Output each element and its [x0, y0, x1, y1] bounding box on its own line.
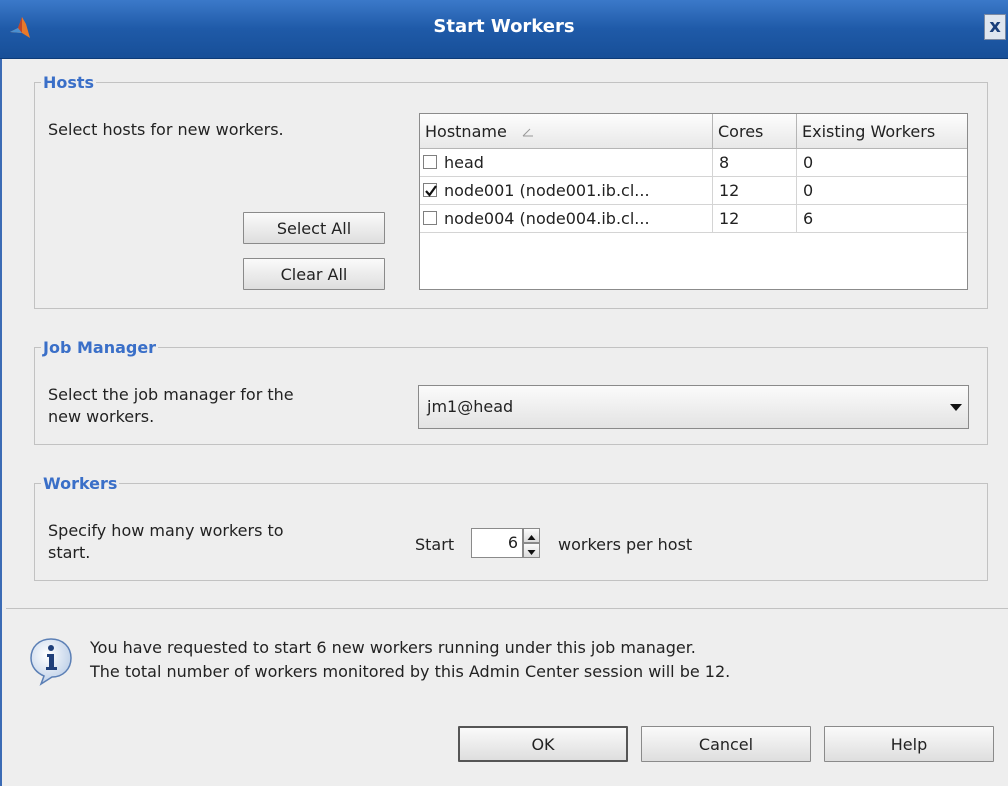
table-row[interactable]: node004 (node004.ib.cl... 12 6 [420, 205, 967, 233]
cores-cell: 8 [713, 149, 797, 177]
job-manager-description-line1: Select the job manager for the [48, 385, 294, 404]
select-all-button[interactable]: Select All [243, 212, 385, 244]
clear-all-button[interactable]: Clear All [243, 258, 385, 290]
arrow-down-icon [527, 550, 536, 555]
hosts-table[interactable]: Hostname Cores Existing Workers head 8 0… [419, 113, 968, 290]
workers-description: Specify how many workers to start. [48, 520, 284, 564]
existing-workers-cell: 6 [797, 205, 967, 233]
decrement-button[interactable] [523, 543, 540, 558]
help-button[interactable]: Help [824, 726, 994, 762]
column-header-label: Hostname [425, 122, 507, 141]
hostname-text: node001 (node001.ib.cl... [444, 181, 650, 200]
workers-legend: Workers [43, 474, 118, 493]
title-bar[interactable]: Start Workers x [0, 0, 1008, 59]
cores-cell: 12 [713, 205, 797, 233]
hostname-cell: node001 (node001.ib.cl... [420, 177, 713, 205]
cores-cell: 12 [713, 177, 797, 205]
job-manager-selected-value: jm1@head [427, 397, 514, 416]
host-checkbox-node001[interactable] [423, 183, 437, 197]
sort-ascending-icon [522, 128, 533, 137]
workers-per-host-label: workers per host [558, 535, 693, 554]
host-checkbox-head[interactable] [423, 155, 437, 169]
separator [6, 608, 1008, 609]
hostname-cell: head [420, 149, 713, 177]
column-header-cores[interactable]: Cores [713, 114, 797, 149]
workers-description-line2: start. [48, 543, 91, 562]
close-button[interactable]: x [984, 14, 1006, 40]
host-checkbox-node004[interactable] [423, 211, 437, 225]
info-icon [30, 638, 72, 686]
info-message: You have requested to start 6 new worker… [90, 636, 730, 684]
increment-button[interactable] [523, 528, 540, 543]
hosts-legend: Hosts [43, 73, 95, 92]
job-manager-legend: Job Manager [43, 338, 157, 357]
existing-workers-cell: 0 [797, 177, 967, 205]
job-manager-description-line2: new workers. [48, 407, 155, 426]
hosts-description: Select hosts for new workers. [48, 120, 284, 139]
cancel-button[interactable]: Cancel [641, 726, 811, 762]
table-row[interactable]: node001 (node001.ib.cl... 12 0 [420, 177, 967, 205]
info-message-line1: You have requested to start 6 new worker… [90, 638, 696, 657]
workers-description-line1: Specify how many workers to [48, 521, 284, 540]
hostname-text: node004 (node004.ib.cl... [444, 209, 650, 228]
column-header-existing-workers[interactable]: Existing Workers [797, 114, 967, 149]
workers-count-input[interactable]: 6 [471, 528, 523, 558]
job-manager-description: Select the job manager for the new worke… [48, 384, 294, 428]
column-header-hostname[interactable]: Hostname [420, 114, 713, 149]
table-row[interactable]: head 8 0 [420, 149, 967, 177]
chevron-down-icon [950, 404, 962, 411]
start-label: Start [415, 535, 455, 554]
window-title: Start Workers [433, 16, 575, 37]
ok-button[interactable]: OK [458, 726, 628, 762]
checkmark-icon [425, 185, 437, 197]
hostname-cell: node004 (node004.ib.cl... [420, 205, 713, 233]
job-manager-select[interactable]: jm1@head [418, 385, 969, 429]
info-message-line2: The total number of workers monitored by… [90, 662, 731, 681]
existing-workers-cell: 0 [797, 149, 967, 177]
hostname-text: head [444, 153, 484, 172]
